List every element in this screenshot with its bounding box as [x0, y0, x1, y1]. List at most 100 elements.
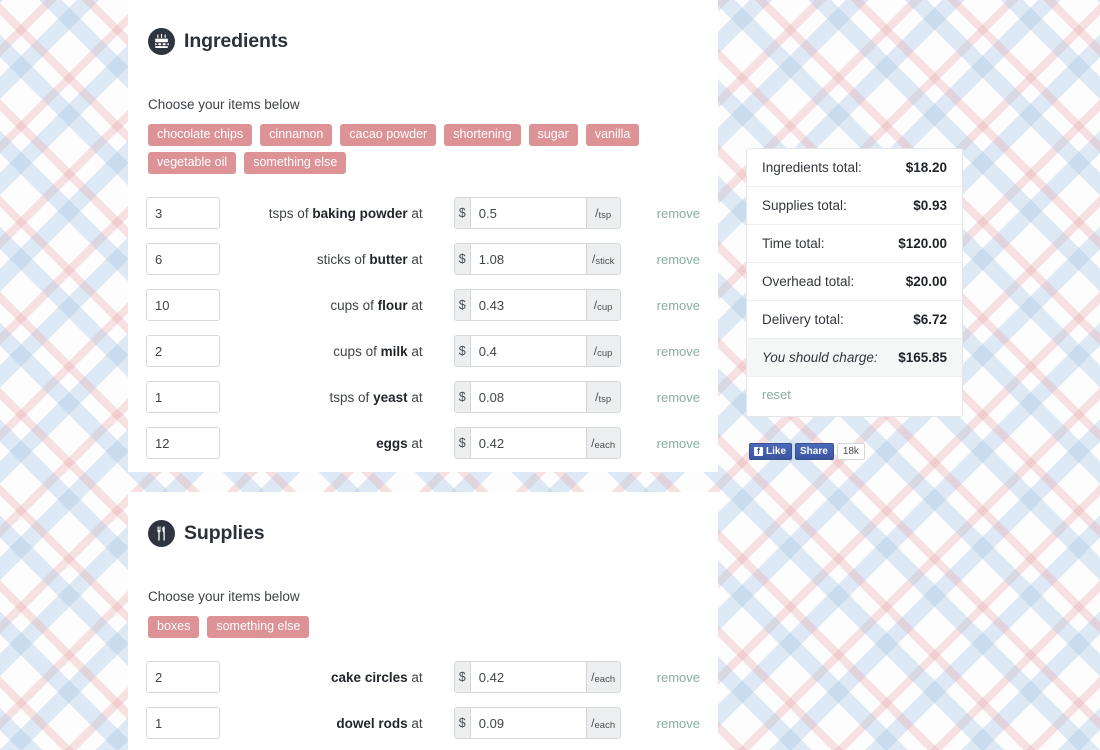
quantity-input[interactable]	[146, 289, 220, 322]
facebook-share-button[interactable]: Share	[795, 443, 834, 460]
facebook-logo-icon: f	[754, 447, 763, 456]
price-input-group: $ /stick	[453, 243, 621, 276]
app-page: Ingredients Choose your items below choc…	[0, 0, 1100, 750]
unit-suffix-text: stick	[595, 255, 615, 267]
remove-link[interactable]: remove	[657, 252, 700, 267]
unit-suffix: / tsp	[585, 382, 620, 413]
quantity-input[interactable]	[146, 243, 220, 276]
currency-symbol: $	[454, 290, 471, 321]
totals-value: $20.00	[905, 274, 947, 289]
at-label: at	[411, 343, 423, 359]
ingredient-tag[interactable]: something else	[244, 152, 347, 175]
quantity-input[interactable]	[146, 661, 220, 694]
item-name: cake circles	[331, 669, 408, 685]
unit-suffix-text: each	[594, 719, 616, 731]
price-input-group: $ /each	[453, 427, 621, 460]
ingredient-tag[interactable]: chocolate chips	[148, 124, 253, 147]
ingredient-tag[interactable]: cinnamon	[260, 124, 333, 147]
ingredient-tag[interactable]: vegetable oil	[148, 152, 237, 175]
unit-suffix: / cup	[585, 336, 620, 367]
price-input[interactable]	[470, 662, 586, 693]
totals-row-list: Ingredients total: $18.20 Supplies total: $…	[747, 149, 962, 339]
remove-link[interactable]: remove	[657, 206, 700, 221]
totals-row: Ingredients total: $18.20	[747, 149, 962, 187]
ingredient-tag[interactable]: cacao powder	[340, 124, 437, 147]
supplies-title: Supplies	[184, 522, 265, 544]
remove-link[interactable]: remove	[657, 436, 700, 451]
item-description: cups of flour at	[220, 298, 454, 313]
quantity-input[interactable]	[146, 381, 220, 414]
unit-phrase: tsps of	[329, 389, 370, 405]
totals-value: $6.72	[913, 312, 947, 327]
unit-suffix: / each	[585, 428, 620, 459]
remove-link[interactable]: remove	[657, 298, 700, 313]
price-input[interactable]	[470, 708, 586, 739]
at-label: at	[411, 669, 423, 685]
ingredient-tag[interactable]: vanilla	[585, 124, 640, 147]
totals-row: Delivery total: $6.72	[747, 301, 962, 339]
at-label: at	[411, 205, 423, 221]
ingredient-tag[interactable]: sugar	[528, 124, 578, 147]
item-row: dowel rods at$/eachremove	[146, 700, 700, 746]
ingredient-tag[interactable]: boxes	[148, 616, 200, 639]
unit-suffix-text: tsp	[598, 393, 612, 405]
totals-value: $120.00	[898, 236, 947, 251]
currency-symbol: $	[454, 198, 471, 229]
remove-link[interactable]: remove	[657, 390, 700, 405]
ingredients-row-list: tsps of baking powder at$/tspremovestick…	[146, 190, 700, 466]
unit-suffix-text: tsp	[598, 209, 612, 221]
totals-label: Time total:	[762, 236, 825, 251]
supplies-row-list: cake circles at$/eachremove dowel rods a…	[146, 654, 700, 746]
item-row: cups of milk at$/cupremove	[146, 328, 700, 374]
quantity-input[interactable]	[146, 707, 220, 740]
quantity-input[interactable]	[146, 197, 220, 230]
item-row: sticks of butter at$/stickremove	[146, 236, 700, 282]
supplies-section-header: Supplies	[146, 510, 700, 551]
item-description: cake circles at	[220, 670, 454, 685]
totals-label: Ingredients total:	[762, 160, 862, 175]
price-input[interactable]	[470, 428, 586, 459]
at-label: at	[411, 251, 423, 267]
ingredients-tag-list: chocolate chips cinnamon cacao powder short…	[148, 124, 668, 175]
remove-link[interactable]: remove	[657, 670, 700, 685]
price-input[interactable]	[470, 290, 586, 321]
totals-row: Overhead total: $20.00	[747, 263, 962, 301]
currency-symbol: $	[454, 428, 471, 459]
price-input-group: $ /cup	[453, 335, 621, 368]
ingredients-section-header: Ingredients	[146, 18, 700, 59]
remove-link[interactable]: remove	[657, 716, 700, 731]
item-name: yeast	[373, 389, 408, 405]
totals-value: $18.20	[905, 160, 947, 175]
price-input[interactable]	[470, 198, 586, 229]
totals-row: Time total: $120.00	[747, 225, 962, 263]
price-input[interactable]	[470, 336, 586, 367]
utensils-icon	[148, 520, 175, 547]
price-input[interactable]	[470, 382, 586, 413]
ingredients-card: Ingredients Choose your items below choc…	[128, 0, 718, 472]
currency-symbol: $	[454, 708, 471, 739]
remove-link[interactable]: remove	[657, 344, 700, 359]
ingredient-tag[interactable]: shortening	[444, 124, 521, 147]
price-input[interactable]	[470, 244, 586, 275]
should-charge-value: $165.85	[898, 350, 947, 365]
facebook-like-button[interactable]: f Like	[749, 443, 793, 460]
totals-label: Overhead total:	[762, 274, 855, 289]
quantity-input[interactable]	[146, 335, 220, 368]
reset-link[interactable]: reset	[762, 387, 791, 402]
supplies-choose-label: Choose your items below	[148, 589, 300, 604]
at-label: at	[411, 435, 423, 451]
cake-icon	[148, 28, 175, 55]
ingredient-tag[interactable]: something else	[207, 616, 310, 639]
item-description: dowel rods at	[220, 716, 454, 731]
ingredients-choose-label: Choose your items below	[148, 97, 300, 112]
item-description: eggs at	[220, 436, 454, 451]
totals-panel: Ingredients total: $18.20 Supplies total: $…	[746, 148, 963, 417]
unit-suffix-text: each	[594, 673, 616, 685]
item-row: tsps of baking powder at$/tspremove	[146, 190, 700, 236]
should-charge-label: You should charge:	[762, 350, 878, 365]
quantity-input[interactable]	[146, 427, 220, 460]
unit-suffix: / cup	[585, 290, 620, 321]
at-label: at	[411, 297, 423, 313]
facebook-share-label: Share	[800, 445, 828, 457]
currency-symbol: $	[454, 382, 471, 413]
